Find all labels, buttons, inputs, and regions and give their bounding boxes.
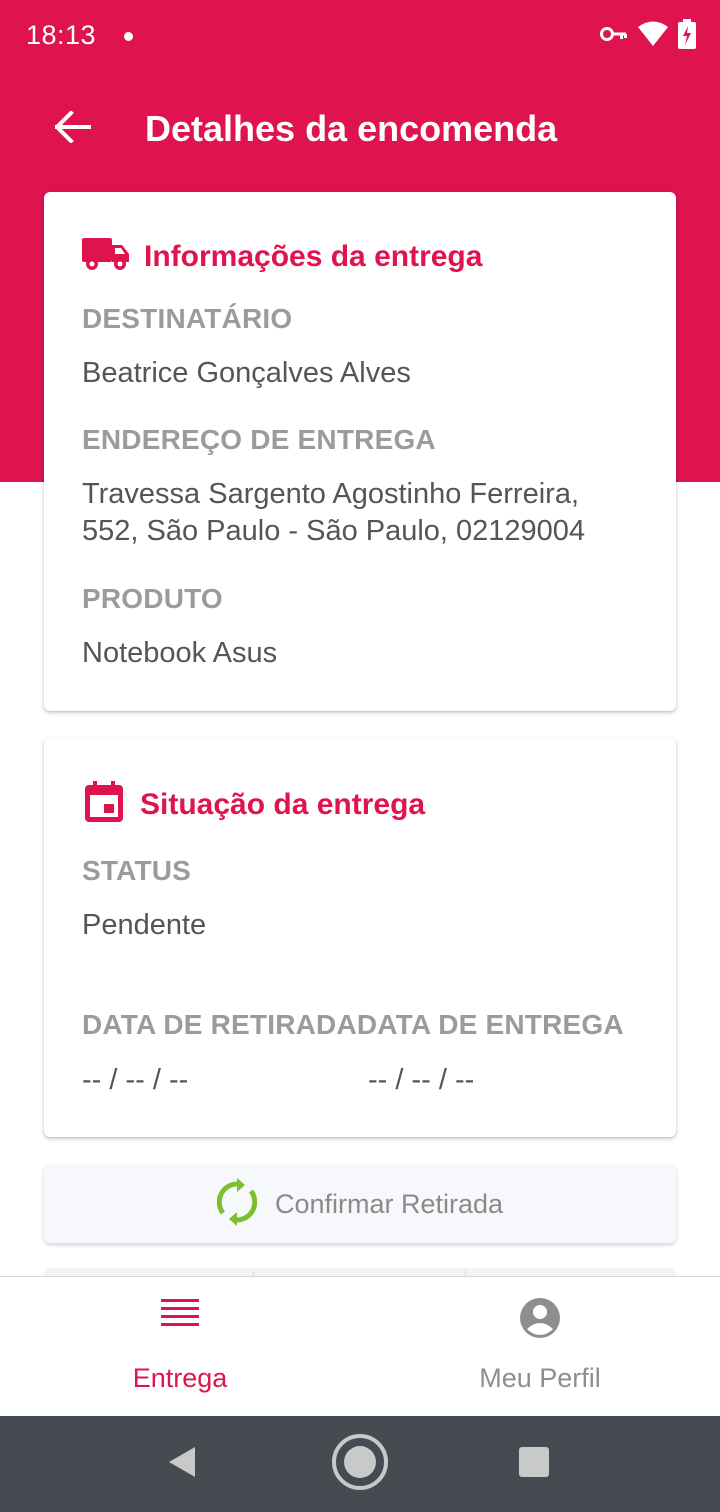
- app-bar: Detalhes da encomenda: [0, 76, 720, 186]
- address-line-2: 552, São Paulo - São Paulo, 02129004: [82, 515, 586, 547]
- recipient-label: DESTINATÁRIO: [82, 303, 293, 334]
- status-value: Pendente: [82, 909, 207, 941]
- nav-item-meu-perfil[interactable]: Meu Perfil: [360, 1277, 720, 1417]
- confirm-pickup-button[interactable]: Confirmar Retirada: [44, 1165, 676, 1243]
- date-labels: DATA DE RETIRADADATA DE ENTREGA: [82, 1009, 624, 1041]
- battery-charging-icon: [678, 18, 696, 54]
- delivery-info-header: Informações da entrega: [82, 236, 482, 277]
- screen: 18:13 Detalhes da encomenda Informações …: [0, 0, 720, 1512]
- calendar-icon: [82, 780, 126, 829]
- recipient-value: Beatrice Gonçalves Alves: [82, 357, 411, 389]
- list-icon: [0, 1297, 360, 1331]
- delivery-status-header: Situação da entrega: [82, 780, 425, 829]
- address-line-1: Travessa Sargento Agostinho Ferreira,: [82, 478, 580, 510]
- product-label: PRODUTO: [82, 583, 223, 614]
- pickup-date-label: DATA DE RETIRADA: [82, 1009, 357, 1040]
- delivery-info-title: Informações da entrega: [144, 239, 483, 273]
- truck-icon: [82, 236, 130, 277]
- status-bar: 18:13: [0, 0, 720, 76]
- nav-label-meu-perfil: Meu Perfil: [479, 1363, 601, 1393]
- confirm-pickup-label: Confirmar Retirada: [274, 1188, 504, 1219]
- delivery-date-value: -- / -- / --: [368, 1064, 475, 1096]
- pickup-date-value: -- / -- / --: [82, 1064, 189, 1096]
- vpn-key-icon: [600, 25, 628, 48]
- system-recents-button[interactable]: [504, 1434, 564, 1494]
- status-label: STATUS: [82, 855, 192, 886]
- delivery-date-label: DATA DE ENTREGA: [356, 1009, 624, 1040]
- sync-icon: [216, 1177, 258, 1231]
- recents-square-icon: [519, 1446, 549, 1482]
- delivery-status-card: Situação da entrega STATUS Pendente DATA…: [44, 738, 676, 1137]
- back-triangle-icon: [167, 1445, 197, 1484]
- delivery-info-card: Informações da entrega DESTINATÁRIO Beat…: [44, 192, 676, 711]
- address-label: ENDEREÇO DE ENTREGA: [82, 424, 436, 455]
- back-button[interactable]: [44, 100, 102, 158]
- status-icons: [600, 18, 696, 54]
- bottom-navigation: Entrega Meu Perfil: [0, 1276, 720, 1416]
- product-value: Notebook Asus: [82, 637, 278, 669]
- nav-item-entrega[interactable]: Entrega: [0, 1277, 360, 1417]
- account-circle-icon: [360, 1297, 720, 1339]
- status-time: 18:13: [26, 20, 97, 50]
- notification-dot: [124, 32, 133, 41]
- system-back-button[interactable]: [152, 1434, 212, 1494]
- wifi-icon: [638, 21, 668, 52]
- system-navigation-bar: [0, 1416, 720, 1512]
- nav-label-entrega: Entrega: [132, 1363, 228, 1393]
- arrow-left-icon: [54, 109, 91, 148]
- page-title: Detalhes da encomenda: [145, 108, 558, 149]
- delivery-status-title: Situação da entrega: [140, 787, 426, 821]
- home-circle-icon: [331, 1433, 389, 1496]
- system-home-button[interactable]: [330, 1433, 390, 1496]
